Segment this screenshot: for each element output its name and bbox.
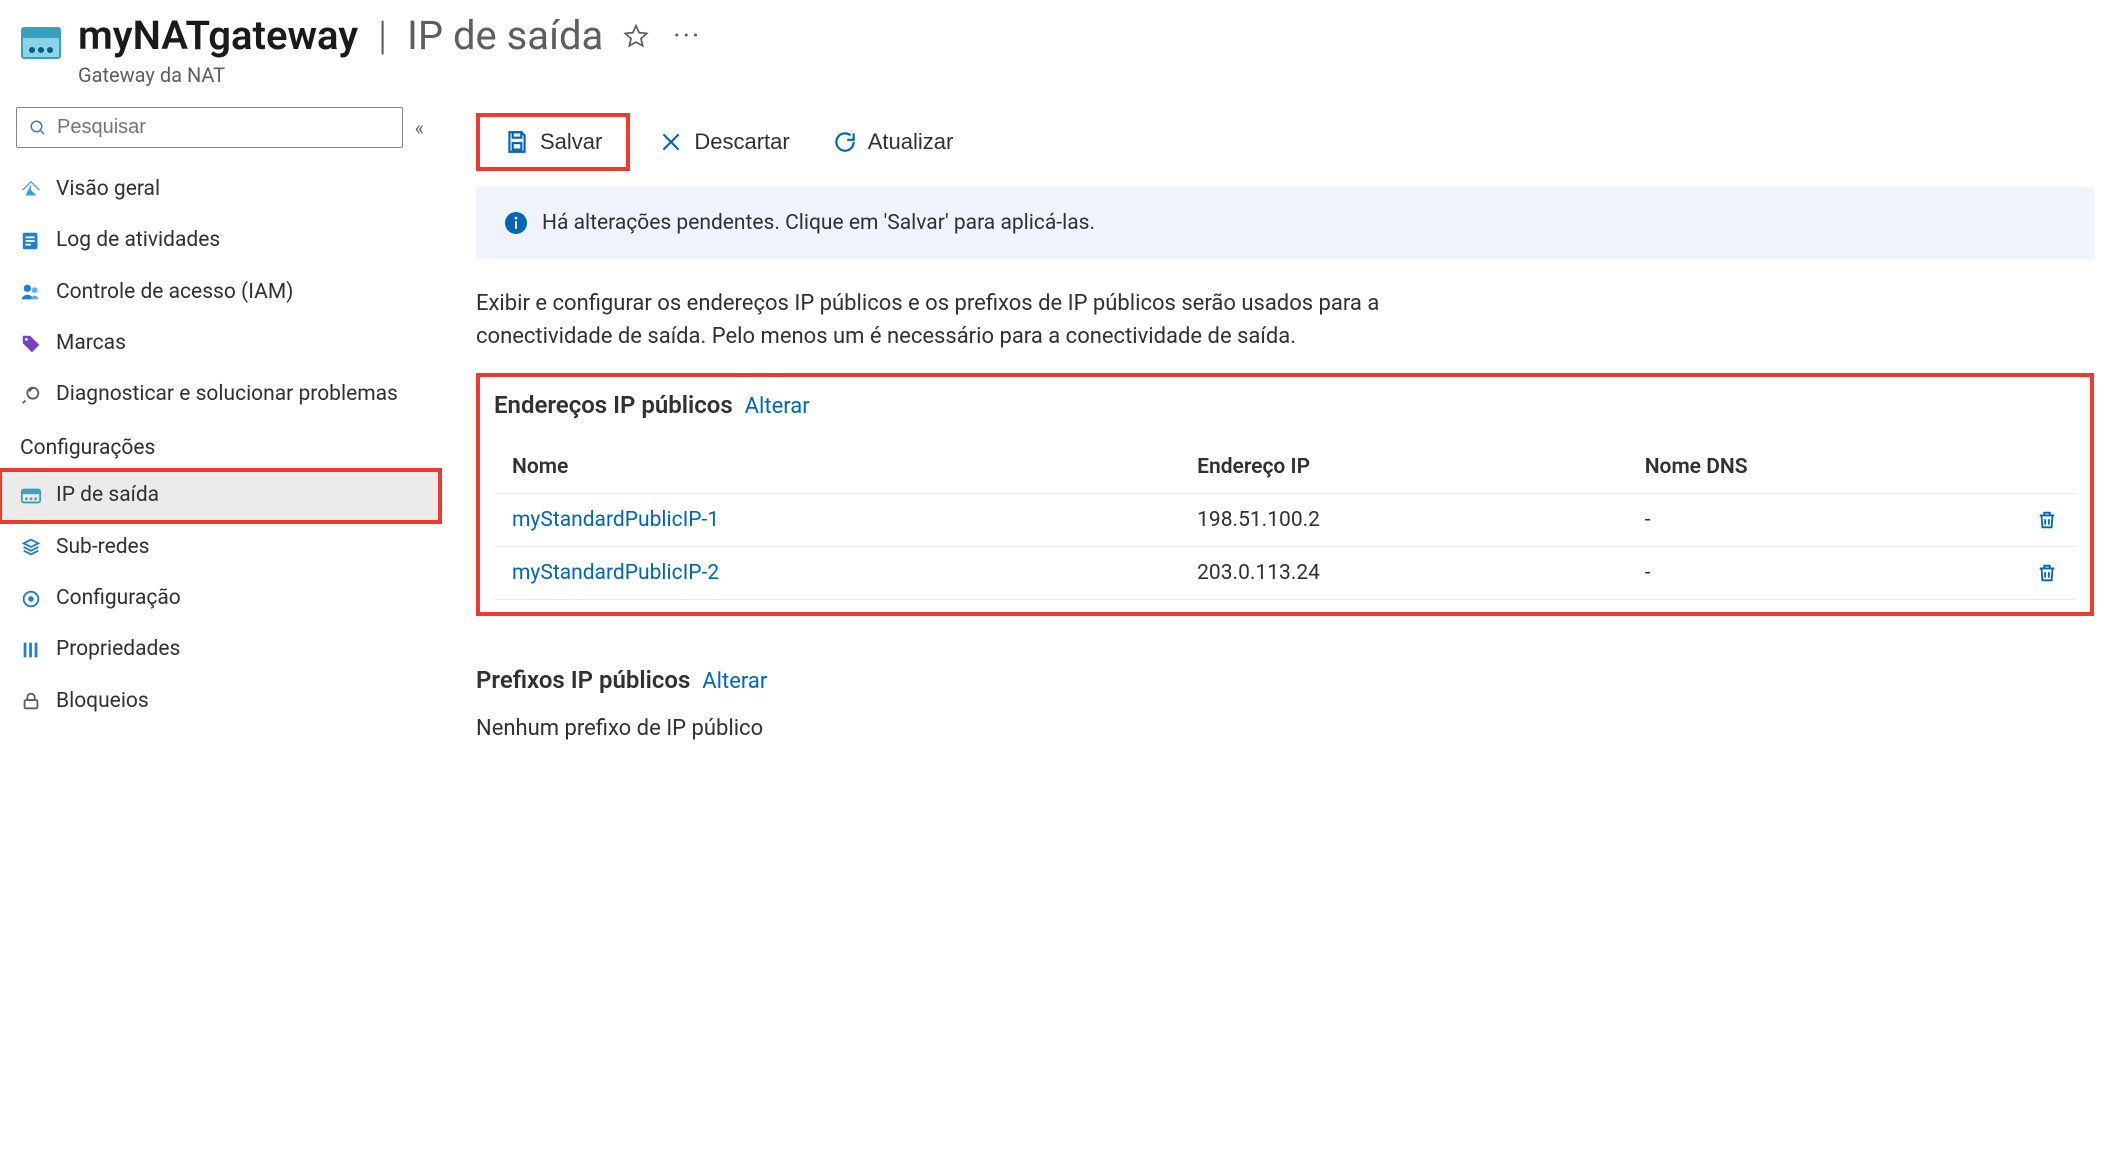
properties-icon	[20, 639, 42, 661]
nav-outbound-ip-label: IP de saída	[56, 482, 159, 509]
page-title-row: myNATgateway | IP de saída ···	[78, 12, 701, 59]
pending-changes-banner: Há alterações pendentes. Clique em 'Salv…	[476, 187, 2094, 259]
page-description: Exibir e configurar os endereços IP públ…	[476, 287, 1456, 353]
table-row: myStandardPublicIP-2 203.0.113.24 -	[494, 547, 2076, 600]
nat-gateway-icon	[20, 22, 62, 64]
prefixes-section: Prefixos IP públicos Alterar Nenhum pref…	[476, 652, 2094, 753]
ip-dns: -	[1627, 494, 2018, 547]
collapse-sidebar-icon[interactable]: «	[415, 116, 424, 140]
nav-iam[interactable]: Controle de acesso (IAM)	[0, 267, 440, 318]
refresh-label: Atualizar	[868, 129, 954, 155]
search-icon	[29, 119, 47, 137]
sidebar-search-input[interactable]	[57, 116, 390, 139]
ip-address: 203.0.113.24	[1179, 547, 1627, 600]
ip-address: 198.51.100.2	[1179, 494, 1627, 547]
sidebar-search-box[interactable]	[16, 107, 403, 148]
nav-subnets[interactable]: Sub-redes	[0, 522, 440, 573]
page-header: myNATgateway | IP de saída ··· Gateway d…	[0, 0, 2114, 107]
subnets-icon	[20, 536, 42, 558]
ip-name-link[interactable]: myStandardPublicIP-1	[512, 508, 719, 532]
ip-dns: -	[1627, 547, 2018, 600]
nav-properties[interactable]: Propriedades	[0, 624, 440, 675]
sidebar: « Visão geral Log de atividades Control	[0, 107, 440, 747]
nav-outbound-ip[interactable]: IP de saída	[0, 470, 440, 521]
prefixes-change-link[interactable]: Alterar	[702, 669, 767, 694]
save-icon	[504, 129, 530, 155]
main-content: Salvar Descartar Atualizar	[440, 107, 2114, 829]
col-name: Nome	[494, 441, 1179, 494]
delete-icon[interactable]	[2036, 509, 2058, 531]
nav-overview[interactable]: Visão geral	[0, 164, 440, 215]
nav-locks[interactable]: Bloqueios	[0, 676, 440, 727]
nav-configuration[interactable]: Configuração	[0, 573, 440, 624]
toolbar: Salvar Descartar Atualizar	[476, 107, 2094, 183]
resource-type: Gateway da NAT	[78, 63, 701, 87]
col-ip: Endereço IP	[1179, 441, 1627, 494]
discard-icon	[658, 129, 684, 155]
save-highlight-box: Salvar	[476, 113, 630, 171]
nav-group-settings: Configurações	[0, 420, 440, 470]
table-row: myStandardPublicIP-1 198.51.100.2 -	[494, 494, 2076, 547]
favorite-star-icon[interactable]	[623, 23, 649, 49]
lock-icon	[20, 690, 42, 712]
public-ips-change-link[interactable]: Alterar	[745, 394, 810, 419]
public-ips-table: Nome Endereço IP Nome DNS myStandardPubl…	[494, 441, 2076, 600]
prefixes-empty: Nenhum prefixo de IP público	[476, 716, 2080, 741]
public-ips-section: Endereços IP públicos Alterar Nome Ender…	[476, 373, 2094, 616]
nav-locks-label: Bloqueios	[56, 688, 149, 715]
nav-configuration-label: Configuração	[56, 585, 181, 612]
nav-properties-label: Propriedades	[56, 636, 180, 663]
delete-icon[interactable]	[2036, 562, 2058, 584]
nav-activity-log-label: Log de atividades	[56, 227, 220, 254]
iam-icon	[20, 281, 42, 303]
nav-activity-log[interactable]: Log de atividades	[0, 215, 440, 266]
tags-icon	[20, 333, 42, 355]
save-label: Salvar	[540, 129, 602, 155]
configuration-icon	[20, 588, 42, 610]
activity-log-icon	[20, 230, 42, 252]
section-title: IP de saída	[407, 12, 603, 59]
nav-subnets-label: Sub-redes	[56, 534, 150, 561]
overview-icon	[20, 179, 42, 201]
save-button[interactable]: Salvar	[490, 121, 616, 163]
more-menu-icon[interactable]: ···	[673, 19, 701, 52]
refresh-button[interactable]: Atualizar	[818, 121, 968, 163]
nav-overview-label: Visão geral	[56, 176, 160, 203]
refresh-icon	[832, 129, 858, 155]
nav-iam-label: Controle de acesso (IAM)	[56, 279, 293, 306]
discard-button[interactable]: Descartar	[644, 121, 803, 163]
discard-label: Descartar	[694, 129, 789, 155]
diagnose-icon	[20, 384, 42, 406]
info-icon	[504, 211, 528, 235]
nav-diagnose[interactable]: Diagnosticar e solucionar problemas	[0, 369, 440, 420]
nav-tags-label: Marcas	[56, 330, 126, 357]
nav-tags[interactable]: Marcas	[0, 318, 440, 369]
resource-name: myNATgateway	[78, 12, 358, 59]
outbound-ip-icon	[20, 485, 42, 507]
nav-diagnose-label: Diagnosticar e solucionar problemas	[56, 381, 398, 408]
public-ips-title: Endereços IP públicos	[494, 391, 733, 419]
col-dns: Nome DNS	[1627, 441, 2018, 494]
ip-name-link[interactable]: myStandardPublicIP-2	[512, 561, 719, 585]
title-separator: |	[378, 12, 387, 59]
banner-text: Há alterações pendentes. Clique em 'Salv…	[542, 211, 1095, 235]
prefixes-title: Prefixos IP públicos	[476, 666, 690, 694]
